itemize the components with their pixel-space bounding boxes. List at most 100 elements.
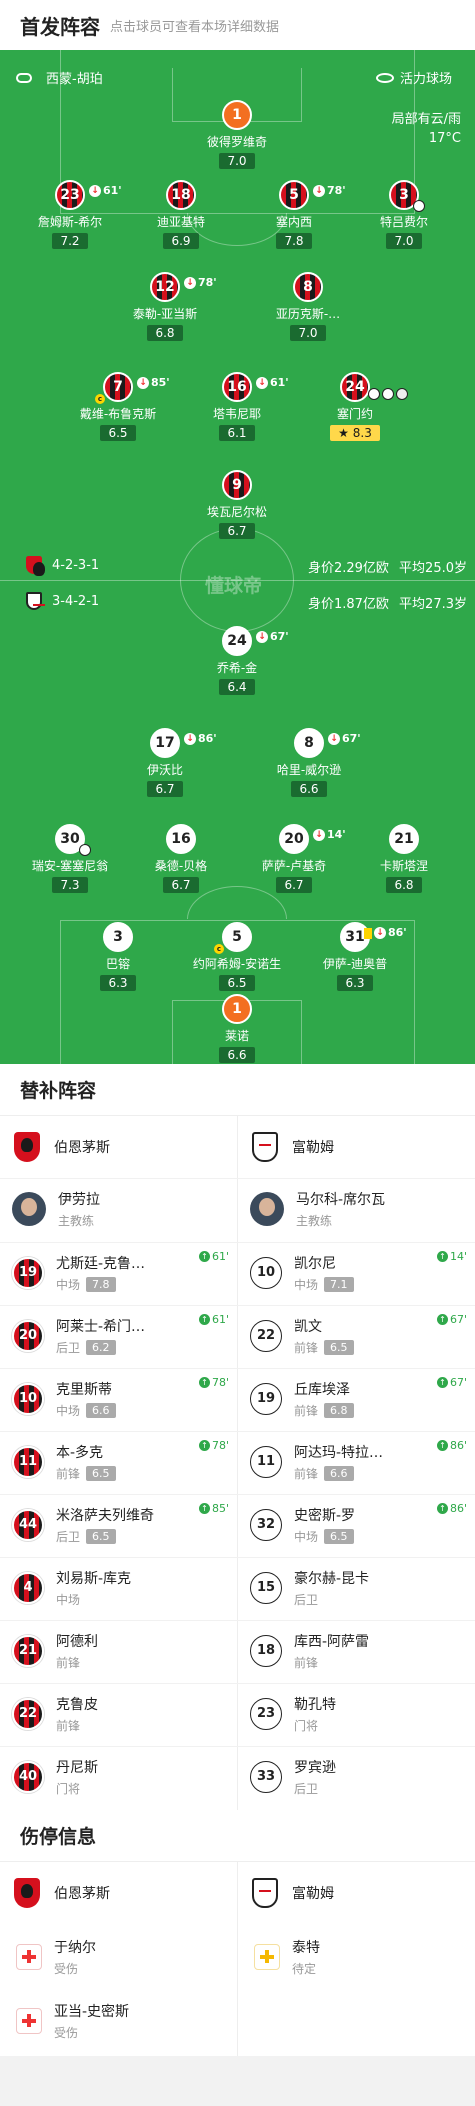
sub-player-row[interactable]: 11 阿达玛-特拉… 前锋 6.6 ↑ 86' xyxy=(250,1431,475,1493)
player-away-21[interactable]: 21 卡斯塔涅 6.8 xyxy=(354,824,454,893)
player-away-30[interactable]: 30 瑞安-塞塞尼翁 7.3 xyxy=(20,824,120,893)
sub-in-icon: ↑ xyxy=(198,1503,210,1514)
player-number-text: 17 xyxy=(155,735,175,751)
player-number: 24 ↓ 67' xyxy=(222,626,289,656)
bournemouth-crest-icon xyxy=(14,1132,40,1162)
sub-minute: 67' xyxy=(342,732,361,745)
player-rating: 6.6 xyxy=(291,781,327,797)
home-value: 身价2.29亿欧 xyxy=(307,561,389,576)
sub-player-row[interactable]: 44 米洛萨夫列维奇 后卫 6.5 ↑ 85' xyxy=(12,1494,237,1556)
player-home-24[interactable]: 24 塞门约 ★ 8.3 xyxy=(305,372,408,441)
player-away-17[interactable]: 17 ↓ 86' 伊沃比 6.7 xyxy=(115,728,217,797)
player-name: 卡斯塔涅 xyxy=(379,859,428,873)
injury-item[interactable]: 亚当-史密斯 受伤 xyxy=(16,1990,129,2052)
sub-position: 后卫 xyxy=(294,1782,319,1796)
sub-position: 前锋 xyxy=(294,1404,319,1418)
player-away-5[interactable]: 5 c 约阿希姆-安诺生 6.5 xyxy=(187,922,287,991)
player-number-text: 12 xyxy=(155,279,175,295)
sub-in-event: ↑ 85' xyxy=(198,1502,229,1515)
player-number: 16 ↓ 61' xyxy=(222,372,289,402)
sub-out-icon: ↓ xyxy=(374,927,386,939)
sub-player-row[interactable]: 20 阿莱士-希门… 后卫 6.2 ↑ 61' xyxy=(12,1305,237,1367)
away-value: 身价1.87亿欧 xyxy=(307,597,389,612)
sub-event: ↓ 61' xyxy=(89,178,122,204)
sub-player-row[interactable]: 19 丘库埃泽 前锋 6.8 ↑ 67' xyxy=(250,1368,475,1430)
goal-icon xyxy=(368,388,380,400)
player-home-18[interactable]: 18 迪亚基特 6.9 xyxy=(131,180,231,249)
sub-player-name: 豪尔赫-昆卡 xyxy=(294,1571,370,1587)
player-away-8[interactable]: 8 ↓ 67' 哈里-威尔逊 6.6 xyxy=(259,728,361,797)
sub-player-row[interactable]: 10 凯尔尼 中场 7.1 ↑ 14' xyxy=(250,1242,475,1304)
avatar xyxy=(250,1192,284,1226)
player-number: 30 xyxy=(55,824,91,856)
player-away-3[interactable]: 3 巴镕 6.3 xyxy=(68,922,168,991)
away-coach[interactable]: 马尔科-席尔瓦 主教练 xyxy=(250,1178,385,1240)
away-team-name: 富勒姆 xyxy=(292,1140,334,1156)
player-home-7[interactable]: 7 c ↓ 85' 戴维-布鲁克斯 6.5 xyxy=(68,372,170,441)
yellow-card-icon: c xyxy=(95,394,105,404)
sub-minute: 78' xyxy=(211,1376,229,1389)
stadium-icon xyxy=(376,72,394,83)
injury-status: 受伤 xyxy=(54,1962,79,1976)
player-name: 萨萨-卢基奇 xyxy=(261,859,327,873)
player-home-16[interactable]: 16 ↓ 61' 塔韦尼耶 6.1 xyxy=(187,372,289,441)
player-name: 哈里-威尔逊 xyxy=(276,763,342,777)
sub-out-icon: ↓ xyxy=(184,733,196,745)
sub-player-name: 克鲁皮 xyxy=(56,1697,98,1713)
sub-player-row[interactable]: 15 豪尔赫-昆卡 后卫 xyxy=(250,1557,475,1619)
sub-player-row[interactable]: 40 丹尼斯 门将 xyxy=(12,1746,237,1808)
player-away-31[interactable]: 31 ↓ 86' 伊萨-迪奥普 6.3 xyxy=(305,922,407,991)
player-home-9[interactable]: 9 埃瓦尼尔松 6.7 xyxy=(187,470,287,539)
sub-player-name: 罗宾逊 xyxy=(294,1760,336,1776)
injury-item[interactable]: 泰特 待定 xyxy=(254,1926,320,1988)
sub-number: 11 xyxy=(12,1446,44,1478)
player-home-23[interactable]: 23 ↓ 61' 詹姆斯-希尔 7.2 xyxy=(20,180,122,249)
player-away-16[interactable]: 16 桑德-贝格 6.7 xyxy=(131,824,231,893)
player-home-5[interactable]: 5 ↓ 78' 塞内西 7.8 xyxy=(244,180,346,249)
sub-player-row[interactable]: 19 尤斯廷-克鲁… 中场 7.8 ↑ 61' xyxy=(12,1242,237,1304)
home-team-name: 伯恩茅斯 xyxy=(54,1886,110,1902)
sub-player-row[interactable]: 22 凯文 前锋 6.5 ↑ 67' xyxy=(250,1305,475,1367)
player-name: 约阿希姆-安诺生 xyxy=(192,957,282,971)
sub-player-row[interactable]: 10 克里斯蒂 中场 6.6 ↑ 78' xyxy=(12,1368,237,1430)
player-name: 詹姆斯-希尔 xyxy=(37,215,103,229)
sub-number: 22 xyxy=(12,1698,44,1730)
injury-home-team-row: 伯恩茅斯 xyxy=(14,1862,110,1924)
away-summary: 身价1.87亿欧 平均27.3岁 xyxy=(308,593,467,612)
home-coach[interactable]: 伊劳拉 主教练 xyxy=(12,1178,100,1240)
weather-text: 局部有云/雨 xyxy=(391,112,461,127)
sub-minute: 61' xyxy=(211,1250,229,1263)
player-away-20[interactable]: 20 ↓ 14' 萨萨-卢基奇 6.7 xyxy=(244,824,346,893)
sub-player-row[interactable]: 11 本-多克 前锋 6.5 ↑ 78' xyxy=(12,1431,237,1493)
player-away-24[interactable]: 24 ↓ 67' 乔希-金 6.4 xyxy=(187,626,289,695)
sub-player-row[interactable]: 4 刘易斯-库克 中场 xyxy=(12,1557,237,1619)
player-home-12[interactable]: 12 ↓ 78' 泰勒-亚当斯 6.8 xyxy=(115,272,217,341)
injury-item[interactable]: 于纳尔 受伤 xyxy=(16,1926,96,1988)
player-home-1[interactable]: 1 彼得罗维奇 7.0 xyxy=(187,100,287,169)
sub-player-row[interactable]: 23 勒孔特 门将 xyxy=(250,1683,475,1745)
player-name: 莱诺 xyxy=(224,1029,249,1043)
player-rating: 6.1 xyxy=(219,425,255,441)
player-number-text: 30 xyxy=(60,831,80,847)
referee-name: 西蒙-胡珀 xyxy=(46,72,103,87)
home-formation: 4-2-3-1 xyxy=(52,557,100,573)
sub-player-row[interactable]: 21 阿德利 前锋 xyxy=(12,1620,237,1682)
sub-out-icon: ↓ xyxy=(313,185,325,197)
player-rating: 6.6 xyxy=(219,1047,255,1063)
sub-player-row[interactable]: 32 史密斯-罗 中场 6.5 ↑ 86' xyxy=(250,1494,475,1556)
player-number: 8 xyxy=(293,272,323,302)
sub-player-name: 阿德利 xyxy=(56,1634,98,1650)
sub-in-event: ↑ 86' xyxy=(436,1502,467,1515)
player-away-1[interactable]: 1 莱诺 6.6 xyxy=(187,994,287,1063)
home-formation-row: 4-2-3-1 xyxy=(26,556,100,576)
player-home-3[interactable]: 3 特吕费尔 7.0 xyxy=(354,180,454,249)
player-name: 桑德-贝格 xyxy=(154,859,208,873)
whistle-icon xyxy=(16,72,32,83)
player-home-8[interactable]: 8 亚历克斯-… 7.0 xyxy=(258,272,358,341)
sub-player-row[interactable]: 33 罗宾逊 后卫 xyxy=(250,1746,475,1808)
sub-minute: 61' xyxy=(103,184,122,197)
player-name: 迪亚基特 xyxy=(156,215,205,229)
sub-player-row[interactable]: 22 克鲁皮 前锋 xyxy=(12,1683,237,1745)
sub-player-row[interactable]: 18 库西-阿萨雷 前锋 xyxy=(250,1620,475,1682)
player-number: 23 ↓ 61' xyxy=(55,180,122,210)
